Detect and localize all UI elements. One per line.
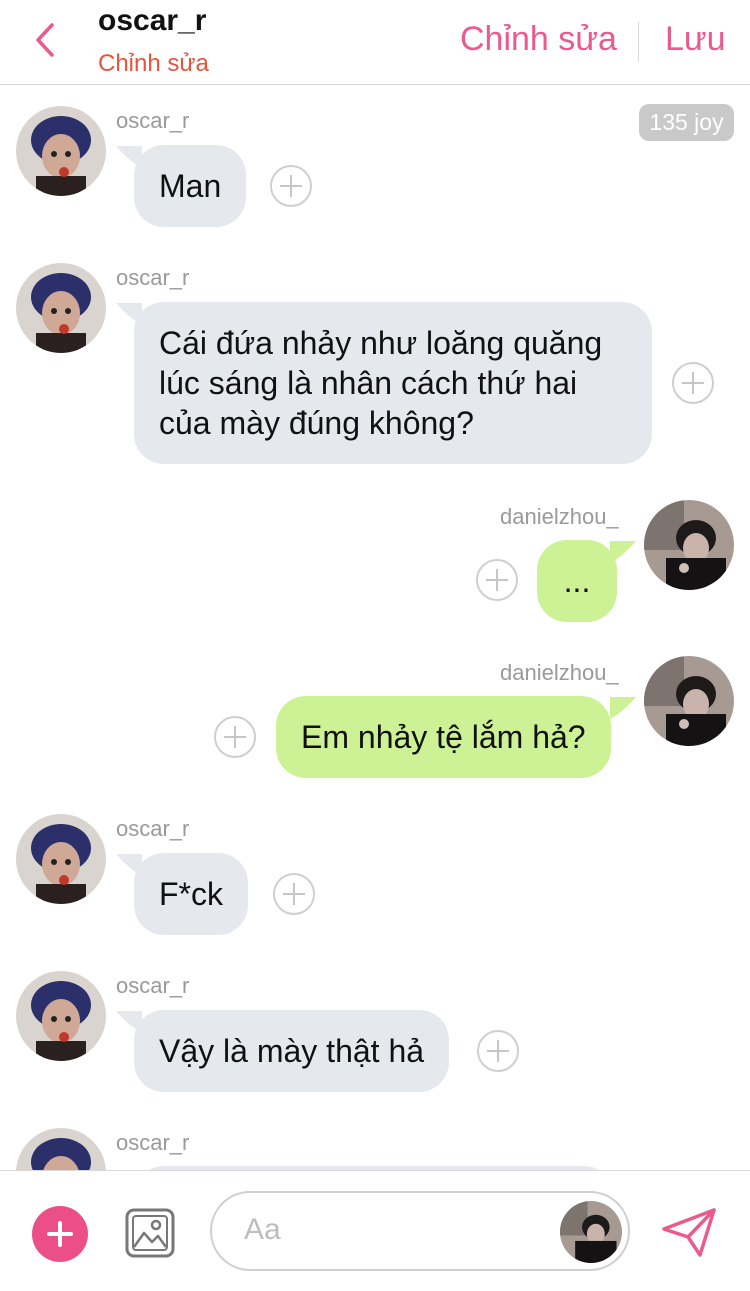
- message-bubble[interactable]: ...: [537, 540, 617, 622]
- avatar-oscar[interactable]: [16, 971, 106, 1061]
- plus-circle-icon[interactable]: [476, 559, 518, 601]
- chat-title: oscar_r: [98, 4, 207, 37]
- plus-circle-icon[interactable]: [672, 362, 714, 404]
- avatar-oscar[interactable]: [16, 814, 106, 904]
- bubble-tail: [610, 697, 636, 719]
- avatar-danielzhou[interactable]: [644, 656, 734, 746]
- avatar-oscar[interactable]: [16, 106, 106, 196]
- sender-name: oscar_r: [116, 1130, 190, 1155]
- switch-sender-avatar[interactable]: [560, 1201, 622, 1263]
- image-button[interactable]: [124, 1207, 176, 1259]
- sender-name: oscar_r: [116, 973, 190, 998]
- sender-name: danielzhou_: [500, 660, 619, 685]
- header-divider: [638, 22, 639, 62]
- plus-circle-icon[interactable]: [273, 873, 315, 915]
- plus-circle-icon[interactable]: [270, 165, 312, 207]
- add-button[interactable]: [32, 1206, 88, 1262]
- message-line: của mày đúng không?: [159, 405, 474, 441]
- plus-circle-icon[interactable]: [214, 716, 256, 758]
- sender-name: oscar_r: [116, 108, 190, 133]
- message-bubble[interactable]: Cái đứa nhảy như loăng quăng lúc sáng là…: [134, 302, 652, 464]
- message-bubble[interactable]: Vậy là mày thật hả: [134, 1010, 450, 1092]
- image-icon: [125, 1208, 175, 1258]
- send-icon: [662, 1208, 716, 1257]
- sender-name: oscar_r: [116, 816, 190, 841]
- message-bubble[interactable]: Em nhảy tệ lắm hả?: [276, 696, 611, 778]
- input-placeholder: Aa: [244, 1213, 281, 1246]
- message-line: lúc sáng là nhân cách thứ hai: [159, 365, 578, 401]
- sender-name: oscar_r: [116, 265, 190, 290]
- back-chevron-icon: [36, 23, 54, 57]
- add-icon: [47, 1221, 73, 1247]
- avatar-danielzhou[interactable]: [644, 500, 734, 590]
- message-bubble[interactable]: Man: [134, 145, 247, 227]
- send-button[interactable]: [660, 1207, 718, 1259]
- back-button[interactable]: [28, 20, 62, 60]
- composer-bar: Aa: [0, 1170, 750, 1291]
- joy-badge: 135 joy: [639, 104, 734, 141]
- message-line: Cái đứa nhảy như loăng quăng: [159, 325, 603, 361]
- edit-button[interactable]: Chỉnh sửa: [460, 20, 617, 59]
- chat-header: oscar_r Chỉnh sửa Chỉnh sửa Lưu: [0, 0, 750, 85]
- avatar-oscar[interactable]: [16, 263, 106, 353]
- message-input[interactable]: Aa: [210, 1191, 630, 1271]
- message-bubble[interactable]: F*ck: [134, 853, 248, 935]
- sender-name: danielzhou_: [500, 504, 619, 529]
- save-button[interactable]: Lưu: [665, 20, 726, 59]
- chat-subtitle[interactable]: Chỉnh sửa: [98, 50, 209, 78]
- plus-circle-icon[interactable]: [477, 1030, 519, 1072]
